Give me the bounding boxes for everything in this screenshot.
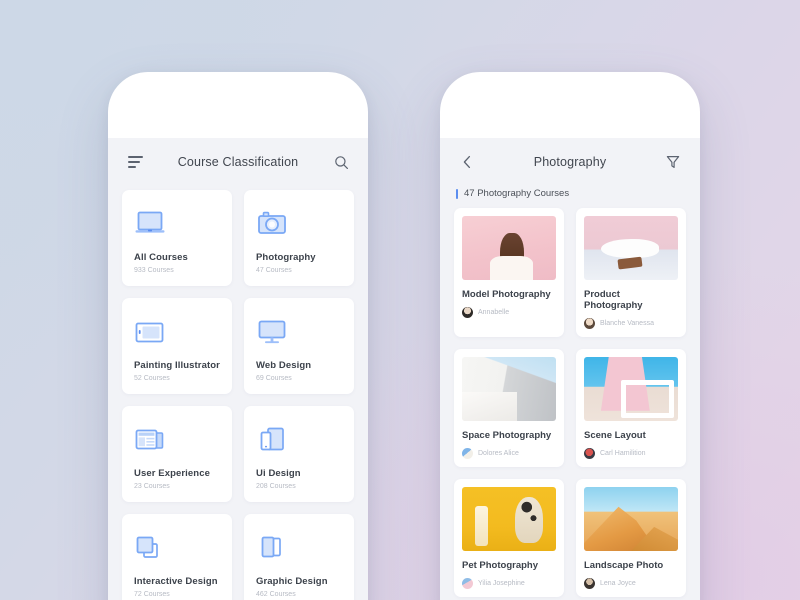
category-name: All Courses xyxy=(134,252,188,263)
course-thumbnail xyxy=(462,487,556,551)
stacked-pages-icon xyxy=(256,528,342,562)
category-name: Ui Design xyxy=(256,468,301,479)
drawing-tablet-icon xyxy=(134,312,220,346)
avatar xyxy=(462,448,473,459)
category-count: 52 Courses xyxy=(134,375,170,382)
laptop-icon xyxy=(134,204,220,238)
course-author: Yilia Josephine xyxy=(462,578,556,589)
course-thumbnail xyxy=(584,487,678,551)
avatar xyxy=(584,448,595,459)
category-count: 23 Courses xyxy=(134,483,170,490)
author-name: Blanche Vanessa xyxy=(600,320,654,327)
phone-mockup-left: Course Classification All Courses 933 Co… xyxy=(108,72,368,600)
course-author: Blanche Vanessa xyxy=(584,318,678,329)
course-title: Landscape Photo xyxy=(584,560,664,571)
category-card-graphic-design[interactable]: Graphic Design 462 Courses xyxy=(244,514,354,600)
author-name: Lena Joyce xyxy=(600,580,636,587)
category-card-painting-illustrator[interactable]: Painting Illustrator 52 Courses xyxy=(122,298,232,394)
search-icon[interactable] xyxy=(328,149,354,175)
camera-icon xyxy=(256,204,342,238)
course-card-pet-photography[interactable]: Pet Photography Yilia Josephine xyxy=(454,479,564,597)
course-card-product-photography[interactable]: Product Photography Blanche Vanessa xyxy=(576,208,686,337)
course-author: Dolores Alice xyxy=(462,448,556,459)
course-title: Model Photography xyxy=(462,289,551,300)
course-card-model-photography[interactable]: Model Photography Annabelle xyxy=(454,208,564,337)
design-mockup-canvas: Course Classification All Courses 933 Co… xyxy=(0,0,800,600)
category-count: 47 Courses xyxy=(256,267,292,274)
course-author: Carl Hamilition xyxy=(584,448,678,459)
category-card-ui-design[interactable]: Ui Design 208 Courses xyxy=(244,406,354,502)
filter-funnel-icon[interactable] xyxy=(660,149,686,175)
category-name: Photography xyxy=(256,252,316,263)
author-name: Dolores Alice xyxy=(478,450,519,457)
back-chevron-icon[interactable] xyxy=(454,149,480,175)
course-title: Product Photography xyxy=(584,289,643,311)
category-card-interactive-design[interactable]: Interactive Design 72 Courses xyxy=(122,514,232,600)
author-name: Yilia Josephine xyxy=(478,580,525,587)
course-thumbnail xyxy=(462,216,556,280)
category-grid: All Courses 933 Courses Photography 47 C… xyxy=(108,186,368,600)
course-author: Lena Joyce xyxy=(584,578,678,589)
course-thumbnail xyxy=(462,357,556,421)
category-name: User Experience xyxy=(134,468,210,479)
course-card-landscape-photo[interactable]: Landscape Photo Lena Joyce xyxy=(576,479,686,597)
section-label: 47 Photography Courses xyxy=(440,186,700,208)
section-label-text: 47 Photography Courses xyxy=(464,188,570,199)
category-name: Web Design xyxy=(256,360,312,371)
mobile-devices-icon xyxy=(256,420,342,454)
category-name: Graphic Design xyxy=(256,576,328,587)
phone-mockup-right: Photography 47 Photography Courses Model… xyxy=(440,72,700,600)
course-author: Annabelle xyxy=(462,307,556,318)
course-card-space-photography[interactable]: Space Photography Dolores Alice xyxy=(454,349,564,467)
desktop-monitor-icon xyxy=(256,312,342,346)
avatar xyxy=(584,578,595,589)
hamburger-menu-icon[interactable] xyxy=(122,149,148,175)
avatar xyxy=(462,578,473,589)
course-title: Space Photography xyxy=(462,430,552,441)
author-name: Carl Hamilition xyxy=(600,450,646,457)
course-thumbnail xyxy=(584,216,678,280)
course-title: Scene Layout xyxy=(584,430,646,441)
category-count: 462 Courses xyxy=(256,591,296,598)
category-count: 933 Courses xyxy=(134,267,174,274)
course-thumbnail xyxy=(584,357,678,421)
course-title: Pet Photography xyxy=(462,560,539,571)
avatar xyxy=(462,307,473,318)
photography-list-screen: Photography 47 Photography Courses Model… xyxy=(440,138,700,600)
category-name: Interactive Design xyxy=(134,576,218,587)
avatar xyxy=(584,318,595,329)
accent-bar xyxy=(456,188,458,199)
category-name: Painting Illustrator xyxy=(134,360,220,371)
category-count: 208 Courses xyxy=(256,483,296,490)
right-top-bar: Photography xyxy=(440,138,700,186)
photography-course-grid: Model Photography Annabelle Product Phot… xyxy=(440,208,700,600)
category-card-photography[interactable]: Photography 47 Courses xyxy=(244,190,354,286)
course-card-scene-layout[interactable]: Scene Layout Carl Hamilition xyxy=(576,349,686,467)
category-card-all-courses[interactable]: All Courses 933 Courses xyxy=(122,190,232,286)
wireframe-icon xyxy=(134,420,220,454)
category-card-web-design[interactable]: Web Design 69 Courses xyxy=(244,298,354,394)
category-count: 69 Courses xyxy=(256,375,292,382)
course-classification-screen: Course Classification All Courses 933 Co… xyxy=(108,138,368,600)
category-count: 72 Courses xyxy=(134,591,170,598)
category-card-user-experience[interactable]: User Experience 23 Courses xyxy=(122,406,232,502)
author-name: Annabelle xyxy=(478,309,510,316)
left-top-bar: Course Classification xyxy=(108,138,368,186)
stacked-squares-icon xyxy=(134,528,220,562)
